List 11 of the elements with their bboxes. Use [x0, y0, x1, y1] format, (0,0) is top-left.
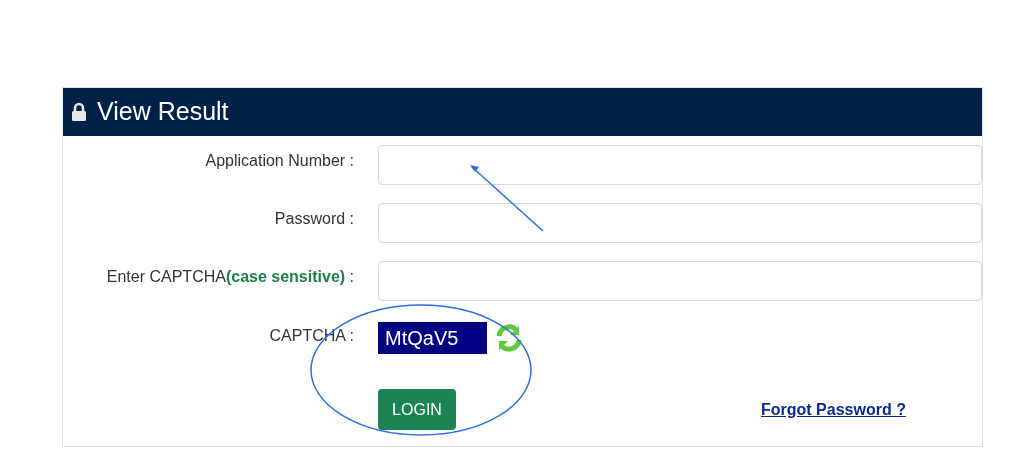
field-label: Password : [274, 210, 354, 227]
input-field[interactable] [378, 145, 982, 185]
panel-title: View Result [97, 96, 229, 128]
captcha-image: MtQaV5 [378, 322, 487, 354]
lock-icon [71, 102, 87, 122]
login-button[interactable]: LOGIN [378, 389, 456, 430]
input-field[interactable] [378, 203, 982, 243]
field-label: Enter CAPTCHA(case sensitive) : [106, 268, 354, 285]
input-field[interactable] [378, 261, 982, 301]
field-label: Application Number : [205, 152, 354, 169]
forgot-password-link[interactable]: Forgot Password ? [761, 397, 906, 422]
